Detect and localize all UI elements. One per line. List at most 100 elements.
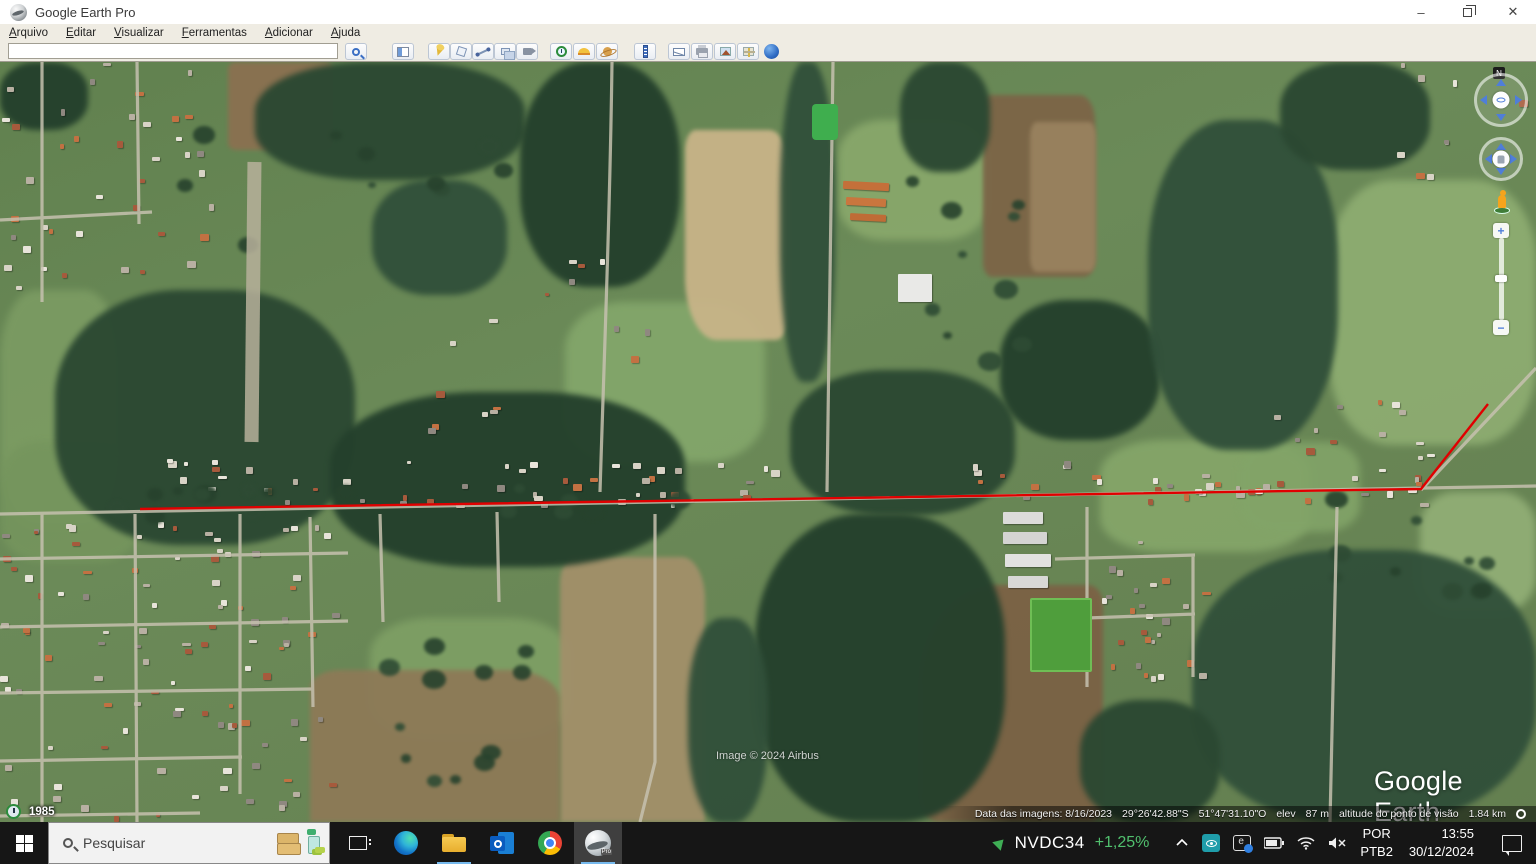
volume-muted-icon[interactable] (1328, 836, 1348, 850)
warehouse (1003, 512, 1043, 524)
windows-logo-icon (16, 835, 33, 852)
zoom-handle[interactable] (1495, 275, 1507, 282)
image-overlay-button[interactable] (494, 43, 516, 60)
polygon-button[interactable] (450, 43, 472, 60)
minimize-button[interactable]: – (1398, 0, 1444, 24)
move-left-arrow-icon[interactable] (1485, 154, 1492, 164)
chrome-app-button[interactable] (526, 822, 574, 864)
outlook-app-button[interactable] (478, 822, 526, 864)
edge-app-button[interactable] (382, 822, 430, 864)
menu-visualizar[interactable]: Visualizar (105, 26, 173, 40)
latitude: 29°26'42.88"S (1122, 808, 1189, 820)
menu-ferramentas[interactable]: Ferramentas (173, 26, 256, 40)
menu-ajuda[interactable]: Ajuda (322, 26, 369, 40)
ruler-button[interactable] (634, 43, 656, 60)
zoom-out-button[interactable]: − (1493, 320, 1509, 335)
menu-adicionar[interactable]: Adicionar (256, 26, 322, 40)
print-button[interactable] (691, 43, 713, 60)
move-down-arrow-icon[interactable] (1496, 168, 1506, 175)
stock-ticker-widget[interactable]: NVDC34 +1,25% (994, 833, 1150, 853)
view-altitude-label: altitude do ponto de visão (1339, 808, 1459, 820)
show-hidden-icons-chevron[interactable] (1175, 837, 1189, 849)
file-explorer-icon (442, 834, 466, 852)
warehouse (1008, 576, 1048, 588)
look-up-arrow-icon[interactable] (1496, 79, 1506, 86)
record-tour-icon (523, 48, 532, 55)
taskbar-search-box[interactable]: Pesquisar (48, 822, 330, 864)
historical-imagery-button[interactable] (550, 43, 572, 60)
google-earth-app-icon (10, 4, 27, 21)
record-tour-button[interactable] (516, 43, 538, 60)
path-icon (477, 48, 489, 55)
language-line2: PTB2 (1360, 843, 1393, 861)
imagery-date: Data das imagens: 8/16/2023 (975, 808, 1112, 820)
historical-year-label: 1985 (29, 806, 55, 818)
action-center-icon[interactable] (1502, 835, 1522, 852)
move-up-arrow-icon[interactable] (1496, 143, 1506, 150)
stock-change: +1,25% (1095, 834, 1150, 852)
clock-time: 13:55 (1409, 825, 1474, 843)
move-right-arrow-icon[interactable] (1510, 154, 1517, 164)
move-hand-icon (1498, 155, 1505, 163)
tray-eye-app-icon[interactable] (1202, 834, 1220, 852)
large-white-building (898, 274, 932, 302)
warehouse (1005, 554, 1051, 567)
zoom-slider[interactable]: + − (1493, 223, 1509, 335)
placemark-button[interactable] (428, 43, 450, 60)
stock-up-arrow-icon (992, 835, 1008, 851)
move-joystick[interactable] (1479, 137, 1523, 181)
task-view-icon (349, 836, 367, 850)
file-explorer-app-button[interactable] (430, 822, 478, 864)
historical-imagery-clock-icon[interactable] (6, 804, 21, 819)
email-icon (673, 48, 685, 56)
sidebar-toggle-button[interactable] (392, 43, 414, 60)
print-icon (696, 48, 708, 55)
save-image-button[interactable] (714, 43, 736, 60)
street-view-pegman[interactable] (1494, 190, 1510, 214)
tray-display-app-icon[interactable] (1233, 835, 1251, 851)
search-input[interactable] (8, 43, 338, 59)
polygon-icon (455, 46, 466, 57)
longitude: 51°47'31.10"O (1199, 808, 1267, 820)
historical-imagery-icon (556, 46, 567, 57)
look-joystick[interactable] (1474, 73, 1528, 127)
earth-sphere-button[interactable] (760, 43, 782, 60)
path-button[interactable] (472, 43, 494, 60)
planets-button[interactable] (596, 43, 618, 60)
view-altitude: 1.84 km (1469, 808, 1506, 820)
start-button[interactable] (0, 822, 48, 864)
restore-button[interactable] (1444, 0, 1490, 24)
zoom-in-button[interactable]: + (1493, 223, 1509, 238)
search-button[interactable] (345, 43, 367, 60)
view-in-maps-button[interactable] (737, 43, 759, 60)
cleaning-spray-icon (305, 829, 321, 853)
wifi-icon[interactable] (1297, 836, 1315, 850)
imagery-copyright: Image © 2024 Airbus (716, 750, 819, 762)
task-view-button[interactable] (334, 822, 382, 864)
satellite-map-viewport[interactable]: 1985 Image © 2024 Airbus Google Earth Da… (0, 62, 1536, 822)
title-bar: Google Earth Pro – ✕ (0, 0, 1536, 24)
language-indicator[interactable]: POR PTB2 (1360, 825, 1393, 860)
menu-arquivo[interactable]: Arquivo (0, 26, 57, 40)
planets-icon (603, 47, 612, 56)
search-box-graphic (277, 829, 321, 853)
look-down-arrow-icon[interactable] (1496, 114, 1506, 121)
google-earth-taskbar-icon: Pro (585, 830, 611, 856)
clock-date: 30/12/2024 (1409, 843, 1474, 861)
look-right-arrow-icon[interactable] (1515, 95, 1522, 105)
close-button[interactable]: ✕ (1490, 0, 1536, 24)
outlook-icon (490, 832, 514, 854)
menu-editar[interactable]: Editar (57, 26, 105, 40)
earth-sphere-icon (764, 44, 779, 59)
streaming-indicator-icon (1516, 809, 1526, 819)
sunlight-button[interactable] (573, 43, 595, 60)
measured-red-path[interactable] (0, 62, 1536, 822)
elev-label: elev (1276, 808, 1295, 820)
battery-icon[interactable] (1264, 837, 1284, 849)
taskbar-clock[interactable]: 13:55 30/12/2024 (1409, 825, 1474, 860)
look-left-arrow-icon[interactable] (1480, 95, 1487, 105)
luggage-icon (277, 833, 299, 853)
sidebar-panel-icon (397, 47, 409, 57)
google-earth-app-button[interactable]: Pro (574, 822, 622, 864)
email-button[interactable] (668, 43, 690, 60)
